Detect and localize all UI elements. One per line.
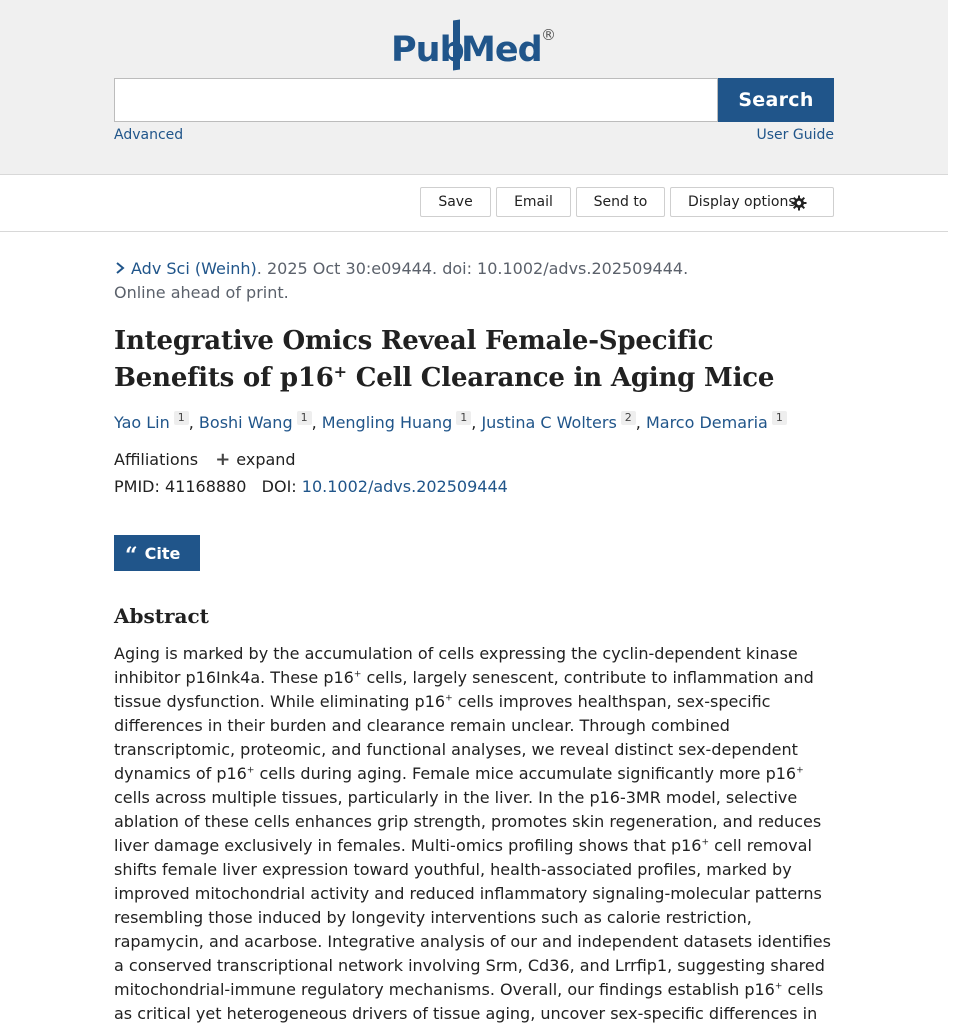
abstract-text: Aging is marked by the accumulation of c… bbox=[114, 642, 836, 1026]
abstract-segment: cell removal shifts female liver express… bbox=[114, 836, 831, 999]
superscript-plus: + bbox=[796, 765, 804, 776]
display-options-button[interactable]: Display options bbox=[670, 187, 834, 217]
logo-med-text: Med bbox=[461, 30, 543, 70]
affiliations-label: Affiliations bbox=[114, 450, 199, 469]
affiliation-number[interactable]: 1 bbox=[296, 411, 312, 425]
cite-label: Cite bbox=[144, 543, 181, 563]
quote-icon: “ bbox=[125, 543, 138, 569]
abstract-heading: Abstract bbox=[114, 604, 209, 628]
cite-button[interactable]: “ Cite bbox=[114, 535, 200, 571]
gear-icon bbox=[791, 195, 807, 211]
save-button[interactable]: Save bbox=[420, 187, 491, 217]
superscript-plus: + bbox=[445, 693, 453, 704]
email-button[interactable]: Email bbox=[496, 187, 571, 217]
author-link[interactable]: Marco Demaria bbox=[646, 413, 768, 432]
author-link[interactable]: Boshi Wang bbox=[199, 413, 293, 432]
pmid-value: 41168880 bbox=[164, 477, 247, 496]
citation-line: Adv Sci (Weinh). 2025 Oct 30:e09444. doi… bbox=[114, 257, 834, 305]
logo-registered-mark: ® bbox=[541, 26, 556, 44]
affiliation-number[interactable]: 2 bbox=[620, 411, 636, 425]
article-toolbar: Save Email Send to Display options bbox=[0, 175, 948, 232]
user-guide-link[interactable]: User Guide bbox=[757, 127, 834, 143]
search-input[interactable] bbox=[114, 78, 718, 122]
superscript-plus: + bbox=[701, 837, 710, 848]
expand-label: expand bbox=[236, 450, 296, 469]
journal-link[interactable]: Adv Sci (Weinh) bbox=[131, 259, 257, 278]
advanced-search-link[interactable]: Advanced bbox=[114, 127, 183, 143]
title-superscript: + bbox=[333, 362, 347, 381]
citation-details: . 2025 Oct 30:e09444. doi: 10.1002/advs.… bbox=[256, 259, 689, 278]
affiliations-row: Affiliations + expand bbox=[114, 448, 296, 472]
author-link[interactable]: Yao Lin bbox=[114, 413, 170, 432]
affiliation-number[interactable]: 1 bbox=[173, 411, 189, 425]
doi-label: DOI: bbox=[261, 477, 302, 496]
pmid-label: PMID: bbox=[114, 477, 165, 496]
article-identifiers: PMID: 41168880 DOI: 10.1002/advs.2025094… bbox=[114, 475, 508, 499]
affiliations-expand-toggle[interactable]: + expand bbox=[203, 449, 296, 470]
author-list: Yao Lin 1, Boshi Wang 1, Mengling Huang 1, … bbox=[114, 411, 787, 435]
title-part-2: Cell Clearance in Aging Mice bbox=[346, 363, 775, 393]
chevron-right-icon[interactable] bbox=[114, 261, 126, 275]
author-link[interactable]: Mengling Huang bbox=[322, 413, 453, 432]
pubmed-logo[interactable]: Pub Med ® bbox=[391, 18, 561, 76]
logo-bookmark-icon bbox=[453, 19, 460, 71]
affiliation-number[interactable]: 1 bbox=[456, 411, 472, 425]
plus-icon: + bbox=[215, 449, 231, 470]
abstract-segment: cells during aging. Female mice accumula… bbox=[254, 764, 797, 783]
send-to-button[interactable]: Send to bbox=[576, 187, 665, 217]
author-link[interactable]: Justina C Wolters bbox=[481, 413, 616, 432]
search-button[interactable]: Search bbox=[718, 78, 834, 122]
publication-status: Online ahead of print. bbox=[114, 283, 289, 302]
affiliation-number[interactable]: 1 bbox=[771, 411, 787, 425]
site-header: Pub Med ® Search Advanced User Guide bbox=[0, 0, 948, 175]
article-title: Integrative Omics Reveal Female-Specific… bbox=[114, 323, 840, 397]
pubmed-page: Pub Med ® Search Advanced User Guide Sav… bbox=[0, 0, 948, 1023]
doi-link[interactable]: 10.1002/advs.202509444 bbox=[302, 477, 508, 496]
display-options-label: Display options bbox=[688, 194, 796, 210]
